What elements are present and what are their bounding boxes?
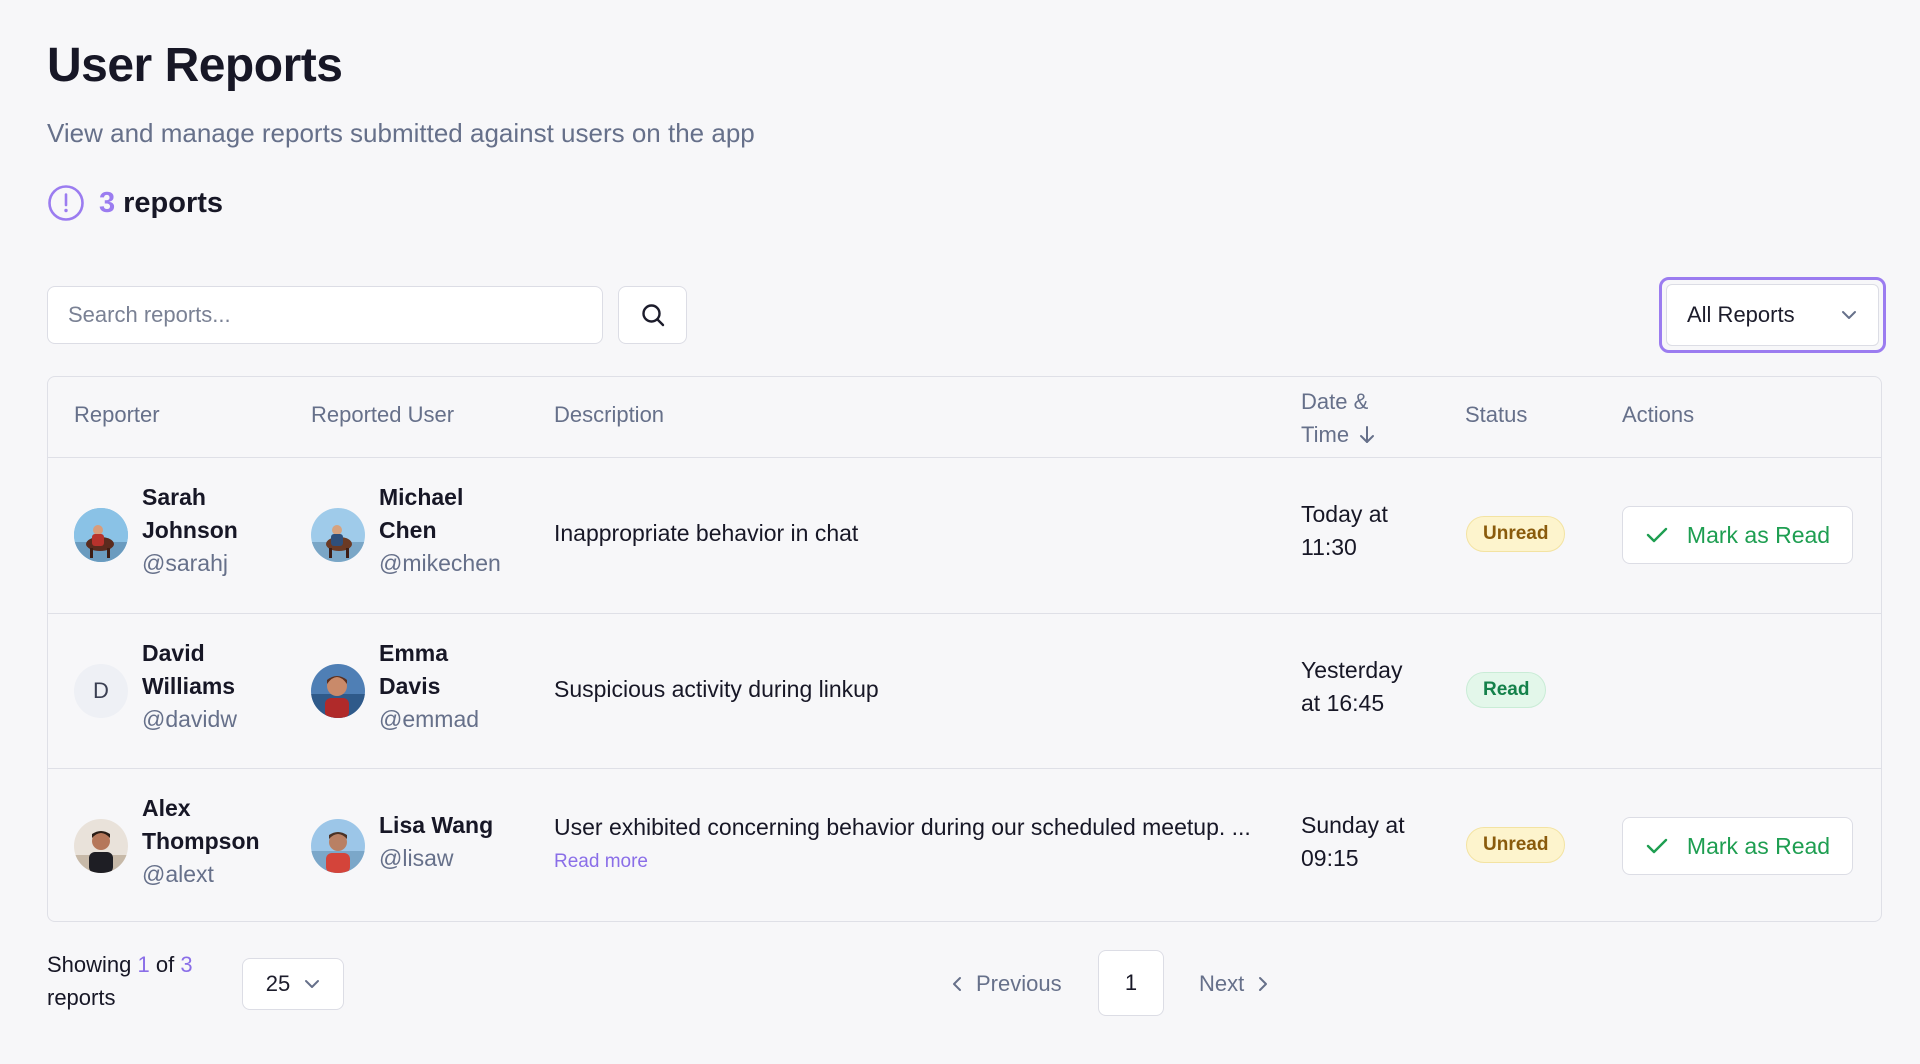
previous-label: Previous [976, 971, 1062, 996]
check-icon [1646, 527, 1668, 543]
report-count: 3 reports [47, 183, 223, 223]
column-reported-user[interactable]: Reported User [311, 402, 454, 428]
chevron-down-icon [305, 980, 320, 988]
reported-first-name: Emma [379, 640, 449, 666]
report-count-number: 3 [99, 186, 116, 219]
reported-first-name: Michael [379, 484, 464, 510]
reported-name: Lisa Wang [379, 812, 494, 838]
report-date-line1: Sunday at [1301, 812, 1405, 838]
mark-as-read-button[interactable]: Mark as Read [1622, 817, 1853, 875]
showing-total: 3 [180, 952, 193, 977]
reported-handle: @lisaw [379, 845, 454, 871]
reporter-handle: @alext [142, 861, 214, 887]
table-row: Sarah Johnson @sarahj Michael Chen @mike… [48, 458, 1881, 613]
report-description: User exhibited concerning behavior durin… [554, 814, 1251, 840]
report-filter-select[interactable]: All Reports [1659, 277, 1886, 353]
report-filter-label: All Reports [1687, 302, 1795, 327]
report-filter-value[interactable]: All Reports [1666, 284, 1879, 346]
reported-handle: @mikechen [379, 550, 501, 576]
status-badge: Read [1466, 672, 1547, 708]
next-label: Next [1199, 971, 1245, 996]
reporter-last-name: Williams [142, 673, 236, 699]
column-status[interactable]: Status [1465, 402, 1527, 428]
avatar [311, 508, 365, 562]
reported-last-name: Chen [379, 517, 437, 543]
reporter-handle: @sarahj [142, 550, 228, 576]
read-more-link[interactable]: Read more [554, 851, 648, 873]
chevron-left-icon [953, 977, 961, 991]
reporter-first-name: David [142, 640, 205, 666]
report-count-label: reports [123, 186, 224, 219]
per-page-select[interactable]: 25 [242, 958, 344, 1010]
column-date-time[interactable]: Date & Time [1301, 385, 1375, 451]
reporter-handle: @davidw [142, 706, 237, 732]
report-date-line2: 09:15 [1301, 845, 1359, 871]
reported-last-name: Davis [379, 673, 441, 699]
search-icon [641, 304, 664, 327]
chevron-right-icon [1259, 977, 1268, 991]
previous-page-button[interactable]: Previous [952, 966, 1062, 1002]
report-date-line2: at 16:45 [1301, 690, 1385, 716]
showing-suffix: reports [47, 985, 116, 1010]
reporter-last-name: Johnson [142, 517, 238, 543]
check-icon [1646, 838, 1668, 854]
column-actions: Actions [1622, 402, 1695, 427]
arrow-down-icon [1360, 425, 1375, 443]
report-date-line1: Today at [1301, 501, 1388, 527]
report-date-line1: Yesterday [1301, 657, 1403, 683]
showing-from: 1 [137, 952, 150, 977]
reports-table: Reporter Reported User Description Date … [47, 376, 1882, 922]
page-subtitle: View and manage reports submitted agains… [47, 118, 755, 148]
column-date-line2: Time [1301, 422, 1350, 447]
table-row: Alex Thompson @alext Lisa Wang @lisaw Us… [48, 768, 1881, 921]
column-date-line1: Date & [1301, 389, 1369, 414]
column-reporter[interactable]: Reporter [74, 402, 160, 428]
report-date-line2: 11:30 [1301, 534, 1357, 560]
alert-circle-icon [48, 185, 84, 221]
mark-as-read-button[interactable]: Mark as Read [1622, 506, 1853, 564]
page-number-button[interactable]: 1 [1098, 950, 1164, 1016]
reporter-first-name: Sarah [142, 484, 206, 510]
report-description: Inappropriate behavior in chat [554, 520, 859, 546]
column-description[interactable]: Description [554, 402, 664, 428]
reporter-last-name: Thompson [142, 828, 260, 854]
pagination-summary: Showing 1 of 3 reports [47, 948, 227, 1014]
per-page-value: 25 [265, 971, 291, 996]
search-input[interactable] [47, 286, 603, 344]
avatar-initial: D [93, 678, 109, 703]
search-button[interactable] [618, 286, 687, 344]
showing-prefix: Showing [47, 952, 132, 977]
avatar: D [74, 664, 128, 718]
avatar [311, 664, 365, 718]
avatar [74, 819, 128, 873]
table-header: Reporter Reported User Description Date … [48, 377, 1881, 458]
report-description: Suspicious activity during linkup [554, 676, 879, 702]
avatar [74, 508, 128, 562]
table-row: D David Williams @davidw Emma Davis @emm… [48, 613, 1881, 768]
status-badge: Unread [1466, 516, 1566, 552]
showing-of: of [155, 952, 175, 977]
mark-as-read-label: Mark as Read [1686, 521, 1831, 548]
next-page-button[interactable]: Next [1199, 966, 1268, 1002]
reporter-first-name: Alex [142, 795, 191, 821]
avatar [311, 819, 365, 873]
reported-handle: @emmad [379, 706, 480, 732]
page-title: User Reports [47, 39, 343, 92]
chevron-down-icon [1842, 311, 1856, 319]
status-badge: Unread [1466, 827, 1566, 863]
mark-as-read-label: Mark as Read [1686, 832, 1831, 859]
